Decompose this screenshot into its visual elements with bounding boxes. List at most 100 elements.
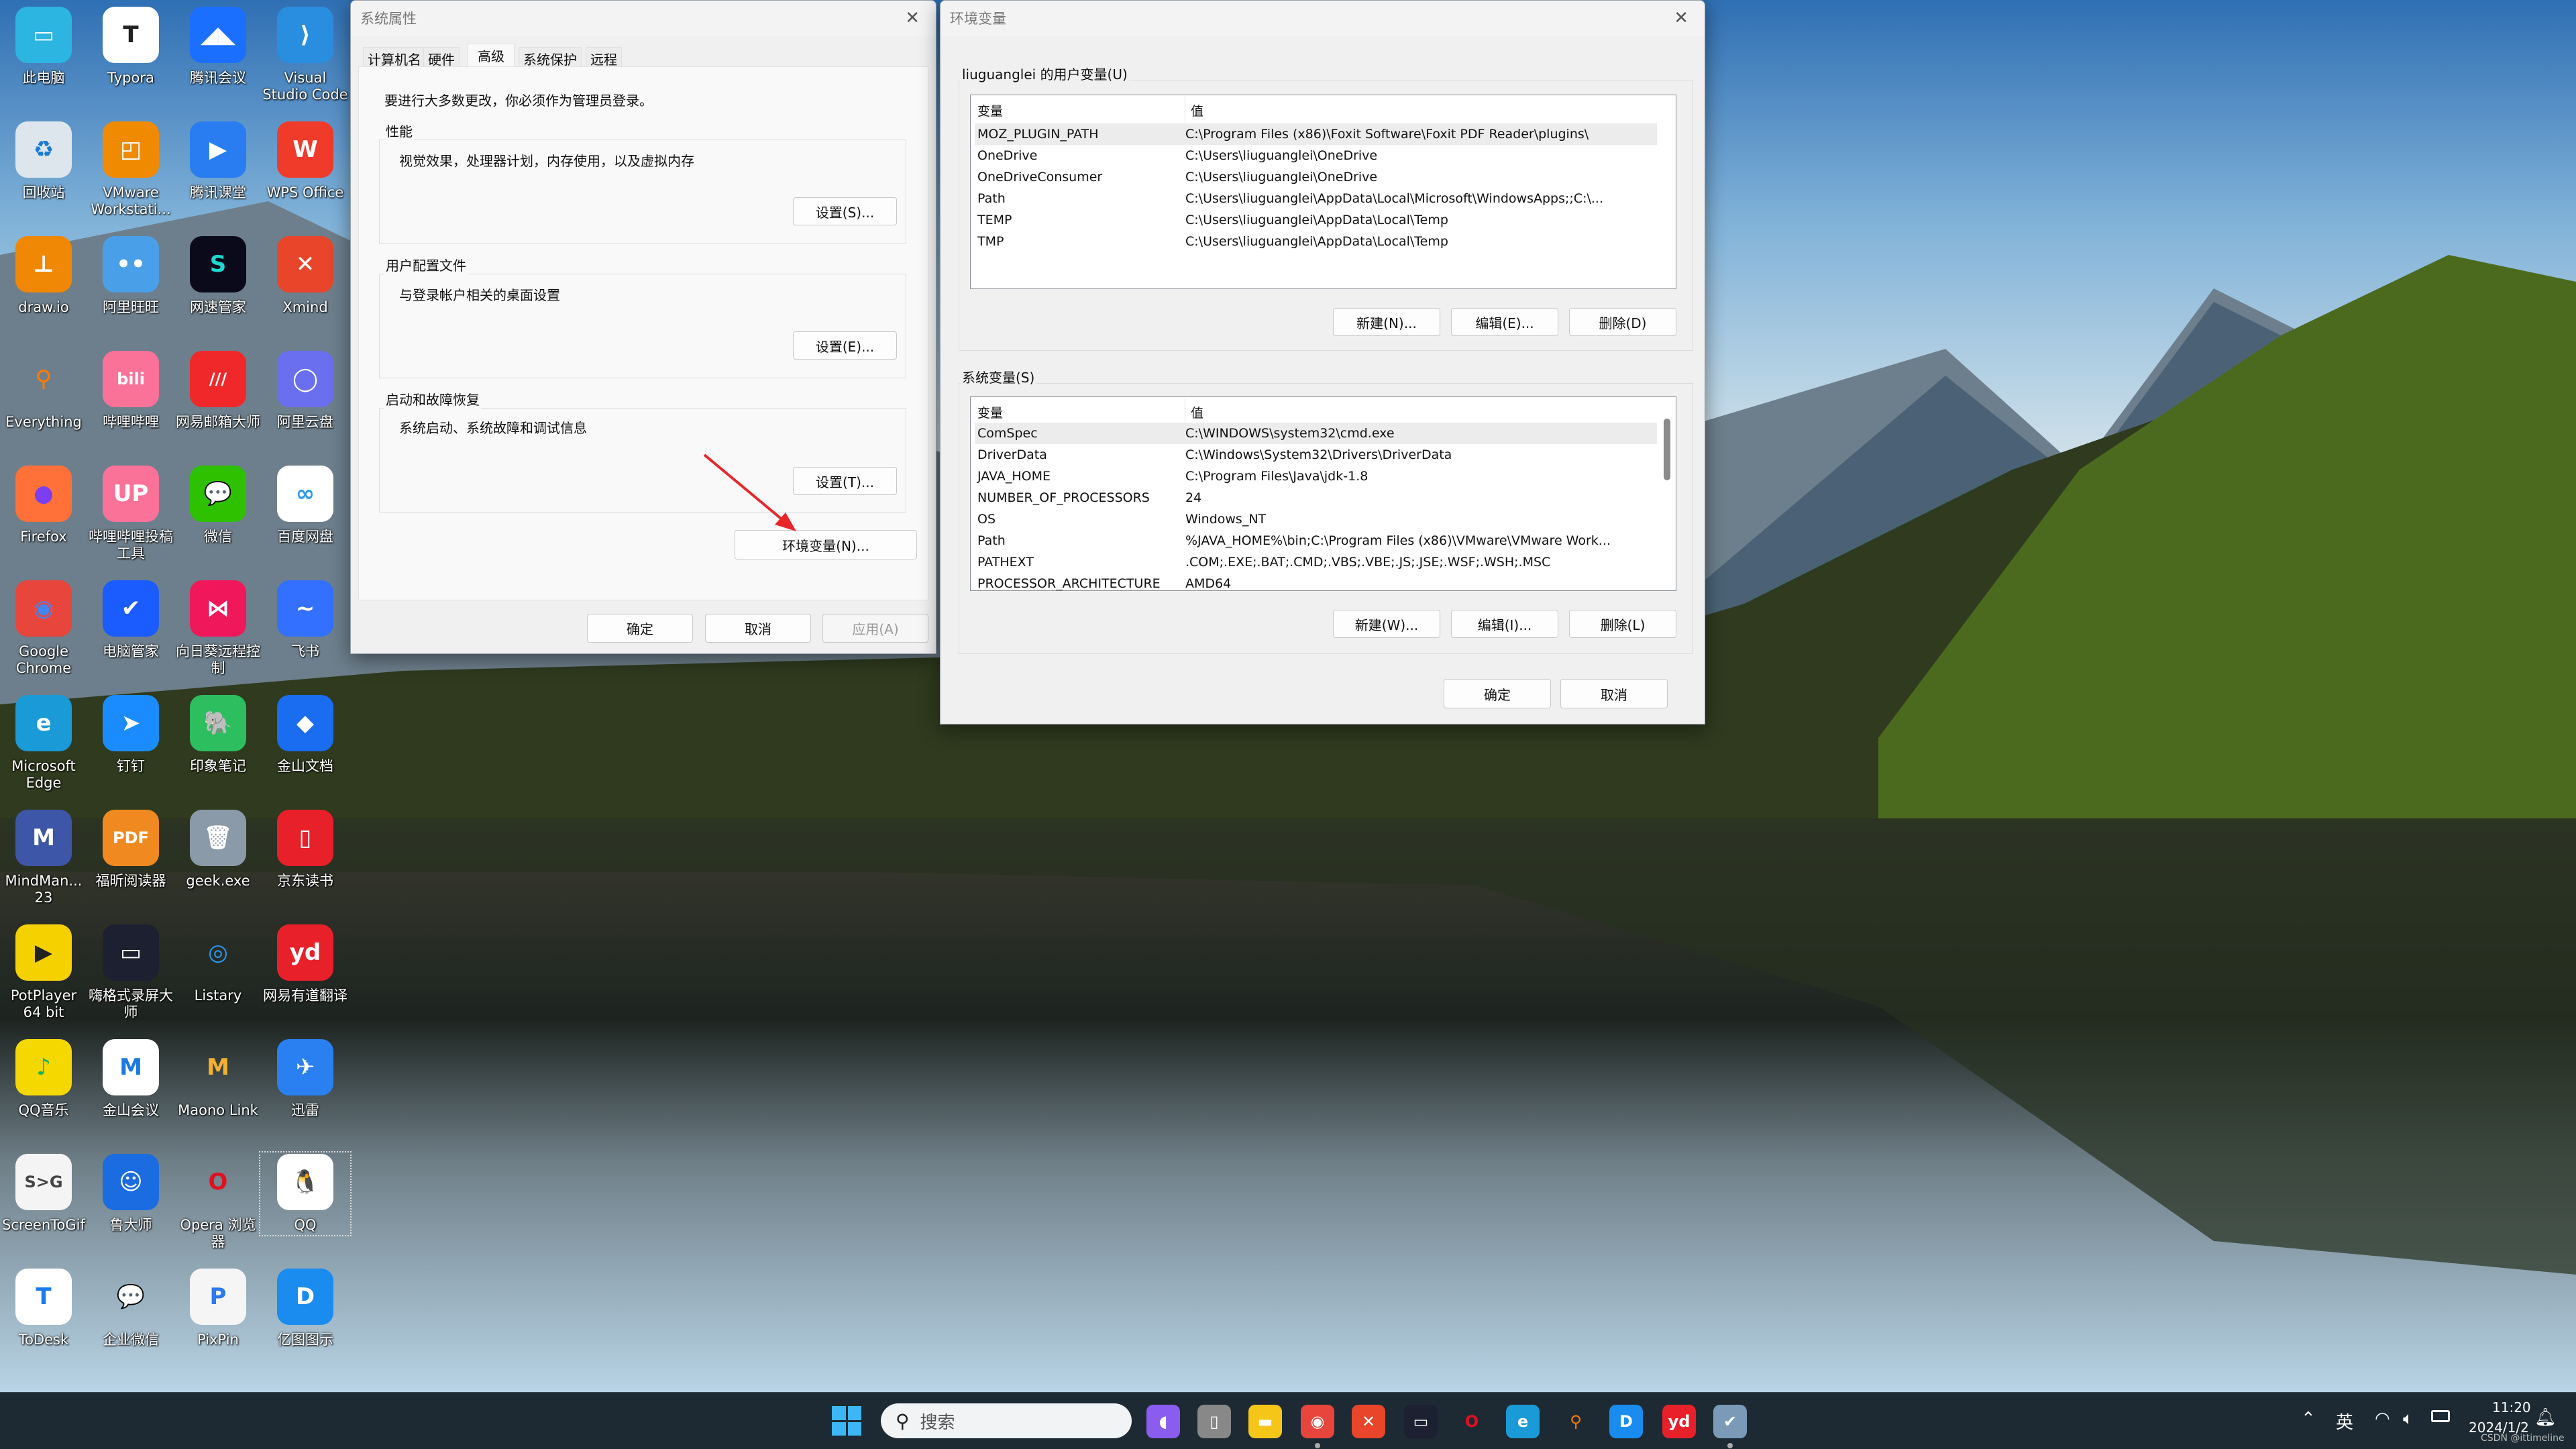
desktop-icon[interactable]: ▶ PotPlayer 64 bit [0, 924, 87, 1021]
table-row[interactable]: MOZ_PLUGIN_PATH C:\Program Files (x86)\Fo… [975, 123, 1657, 145]
desktop-icon[interactable]: ◉ Google Chrome [0, 580, 87, 677]
desktop-icon[interactable]: PDF 福昕阅读器 [87, 810, 174, 890]
table-row[interactable]: PATHEXT .COM;.EXE;.BAT;.CMD;.VBS;.VBE;.JS… [975, 551, 1657, 573]
desktop-icon[interactable]: ◆ 金山文档 [262, 695, 349, 775]
edraw-icon[interactable]: D [1609, 1405, 1643, 1438]
chrome-icon[interactable]: ◉ [1301, 1405, 1334, 1438]
desktop-icon[interactable]: ● Firefox [0, 466, 87, 545]
table-row[interactable]: PROCESSOR_ARCHITECTURE AMD64 [975, 573, 1657, 590]
desktop-icon[interactable]: M Maono Link [174, 1039, 262, 1119]
table-row[interactable]: Path C:\Users\liuguanglei\AppData\Local\M… [975, 188, 1657, 209]
clock-time[interactable]: 11:20 [2492, 1399, 2531, 1415]
system-edit-button[interactable]: 编辑(I)... [1451, 610, 1558, 638]
system-properties-icon[interactable]: ✔ [1713, 1405, 1747, 1438]
tab-remote[interactable]: 远程 [586, 47, 622, 68]
desktop-icon[interactable]: ▭ 此电脑 [0, 7, 87, 87]
desktop-icon[interactable]: S>G ScreenToGif [0, 1154, 87, 1234]
desktop-icon[interactable]: ◢◣ 腾讯会议 [174, 7, 262, 87]
cancel-button[interactable]: 取消 [705, 614, 811, 643]
desktop-icon[interactable]: UP 哔哩哔哩投稿工具 [87, 466, 174, 562]
desktop-icon[interactable]: bili 哔哩哔哩 [87, 351, 174, 431]
desktop-icon[interactable]: •• 阿里旺旺 [87, 236, 174, 316]
desktop-icon[interactable]: ◯ 阿里云盘 [262, 351, 349, 431]
input-method-indicator[interactable]: 英 [2336, 1409, 2353, 1434]
desktop-icon[interactable]: ▶ 腾讯课堂 [174, 121, 262, 201]
desktop-icon[interactable]: T ToDesk [0, 1269, 87, 1348]
desktop-icon[interactable]: ☺ 鲁大师 [87, 1154, 174, 1234]
desktop-icon[interactable]: ⊥ draw.io [0, 236, 87, 316]
desktop-icon[interactable]: D 亿图图示 [262, 1269, 349, 1348]
desktop-icon[interactable]: O Opera 浏览器 [174, 1154, 262, 1250]
desktop-icon[interactable]: ✕ Xmind [262, 236, 349, 316]
tab-computer-name[interactable]: 计算机名 [363, 47, 426, 68]
table-row[interactable]: JAVA_HOME C:\Program Files\Java\jdk-1.8 [975, 466, 1657, 487]
table-row[interactable]: ComSpec C:\WINDOWS\system32\cmd.exe [975, 423, 1657, 444]
table-row[interactable]: OneDrive C:\Users\liuguanglei\OneDrive [975, 145, 1657, 166]
desktop-icon[interactable]: P PixPin [174, 1269, 262, 1348]
column-variable[interactable]: 变量 [975, 398, 1185, 425]
desktop-icon[interactable]: ♪ QQ音乐 [0, 1039, 87, 1119]
task-view-icon[interactable]: ▯ [1197, 1405, 1231, 1438]
scrollbar-thumb[interactable] [1664, 419, 1670, 480]
ok-button[interactable]: 确定 [1444, 679, 1551, 708]
desktop-icon[interactable]: T Typora [87, 7, 174, 87]
desktop-icon[interactable]: ⟩ Visual Studio Code [262, 7, 349, 103]
system-variables-list[interactable]: 变量值 ComSpec C:\WINDOWS\system32\cmd.exe Dr… [970, 396, 1676, 591]
desktop-icon[interactable]: yd 网易有道翻译 [262, 924, 349, 1004]
desktop-icon[interactable]: 🐧 QQ [259, 1151, 352, 1236]
desktop-icon[interactable]: ◰ VMware Workstati... [87, 121, 174, 218]
table-row[interactable]: OneDriveConsumer C:\Users\liuguanglei\One… [975, 166, 1657, 188]
desktop-icon[interactable]: M MindMan... 23 [0, 810, 87, 906]
table-row[interactable]: DriverData C:\Windows\System32\Drivers\Dr… [975, 444, 1657, 466]
edge-icon[interactable]: e [1506, 1405, 1540, 1438]
desktop-icon[interactable]: ♻ 回收站 [0, 121, 87, 201]
desktop-icon[interactable]: ✔ 电脑管家 [87, 580, 174, 660]
desktop-icon[interactable]: S 网速管家 [174, 236, 262, 316]
desktop-icon[interactable]: 💬 企业微信 [87, 1269, 174, 1348]
system-new-button[interactable]: 新建(W)... [1333, 610, 1440, 638]
desktop-icon[interactable]: /// 网易邮箱大师 [174, 351, 262, 431]
everything-icon[interactable]: ⚲ [1559, 1405, 1593, 1438]
user-variables-list[interactable]: 变量值 MOZ_PLUGIN_PATH C:\Program Files (x86… [970, 95, 1676, 289]
table-row[interactable]: TMP C:\Users\liuguanglei\AppData\Local\Te… [975, 231, 1657, 252]
column-value[interactable]: 值 [1185, 403, 1203, 421]
desktop-icon[interactable]: ➤ 钉钉 [87, 695, 174, 775]
battery-icon[interactable] [2431, 1410, 2450, 1422]
tab-system-protection[interactable]: 系统保护 [519, 47, 582, 68]
copilot-icon[interactable]: ◖ [1146, 1405, 1180, 1438]
tab-hardware[interactable]: 硬件 [423, 47, 460, 68]
search-box[interactable]: ⚲ 搜索 [881, 1403, 1132, 1438]
close-icon[interactable]: ✕ [898, 8, 926, 28]
system-delete-button[interactable]: 删除(L) [1569, 610, 1676, 638]
apply-button[interactable]: 应用(A) [822, 614, 928, 643]
table-row[interactable]: NUMBER_OF_PROCESSORS 24 [975, 487, 1657, 508]
user-delete-button[interactable]: 删除(D) [1569, 308, 1676, 336]
column-variable[interactable]: 变量 [975, 97, 1185, 123]
desktop-icon[interactable]: ⋈ 向日葵远程控制 [174, 580, 262, 677]
xmind-icon[interactable]: ✕ [1352, 1405, 1385, 1438]
table-row[interactable]: Path %JAVA_HOME%\bin;C:\Program Files (x8… [975, 530, 1657, 551]
start-button[interactable] [832, 1406, 861, 1436]
column-value[interactable]: 值 [1185, 101, 1203, 119]
desktop-icon[interactable]: ~ 飞书 [262, 580, 349, 660]
desktop-icon[interactable]: ∞ 百度网盘 [262, 466, 349, 545]
file-explorer-icon[interactable]: ▬ [1248, 1405, 1282, 1438]
ok-button[interactable]: 确定 [587, 614, 693, 643]
desktop-icon[interactable]: ◎ Listary [174, 924, 262, 1004]
tab-advanced[interactable]: 高级 [468, 44, 515, 67]
cancel-button[interactable]: 取消 [1560, 679, 1668, 708]
desktop-icon[interactable]: 💬 微信 [174, 466, 262, 545]
desktop-icon[interactable]: M 金山会议 [87, 1039, 174, 1119]
youdao-icon[interactable]: yd [1662, 1405, 1696, 1438]
close-icon[interactable]: ✕ [1667, 8, 1695, 28]
wifi-icon[interactable]: ◠ [2375, 1409, 2390, 1429]
show-hidden-icons-chevron-icon[interactable]: ⌃ [2301, 1409, 2316, 1429]
user-new-button[interactable]: 新建(N)... [1333, 308, 1440, 336]
table-row[interactable]: OS Windows_NT [975, 508, 1657, 530]
desktop-icon[interactable]: e Microsoft Edge [0, 695, 87, 792]
desktop-icon[interactable]: 🗑 geek.exe [174, 810, 262, 890]
screen-recorder-icon[interactable]: ▭ [1404, 1405, 1438, 1438]
notification-bell-icon[interactable]: 🔔︎ [2534, 1407, 2557, 1428]
desktop-icon[interactable]: ⚲ Everything [0, 351, 87, 431]
user-edit-button[interactable]: 编辑(E)... [1451, 308, 1558, 336]
